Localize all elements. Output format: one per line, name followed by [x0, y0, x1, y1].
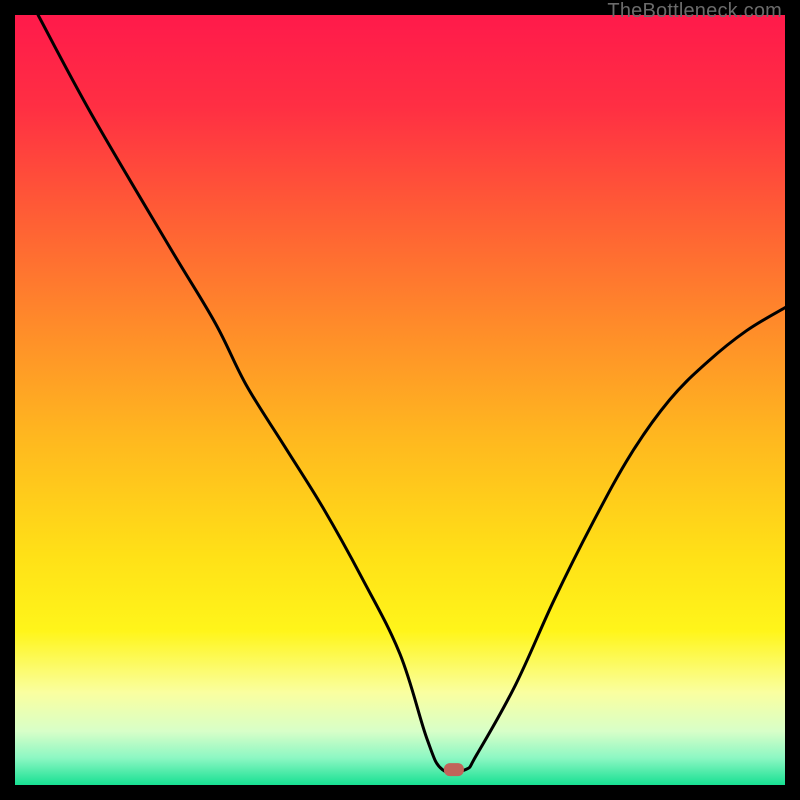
watermark-text: TheBottleneck.com: [607, 0, 782, 23]
optimal-point-marker: [444, 763, 464, 776]
bottleneck-chart: [15, 15, 785, 785]
chart-frame: [15, 15, 785, 785]
